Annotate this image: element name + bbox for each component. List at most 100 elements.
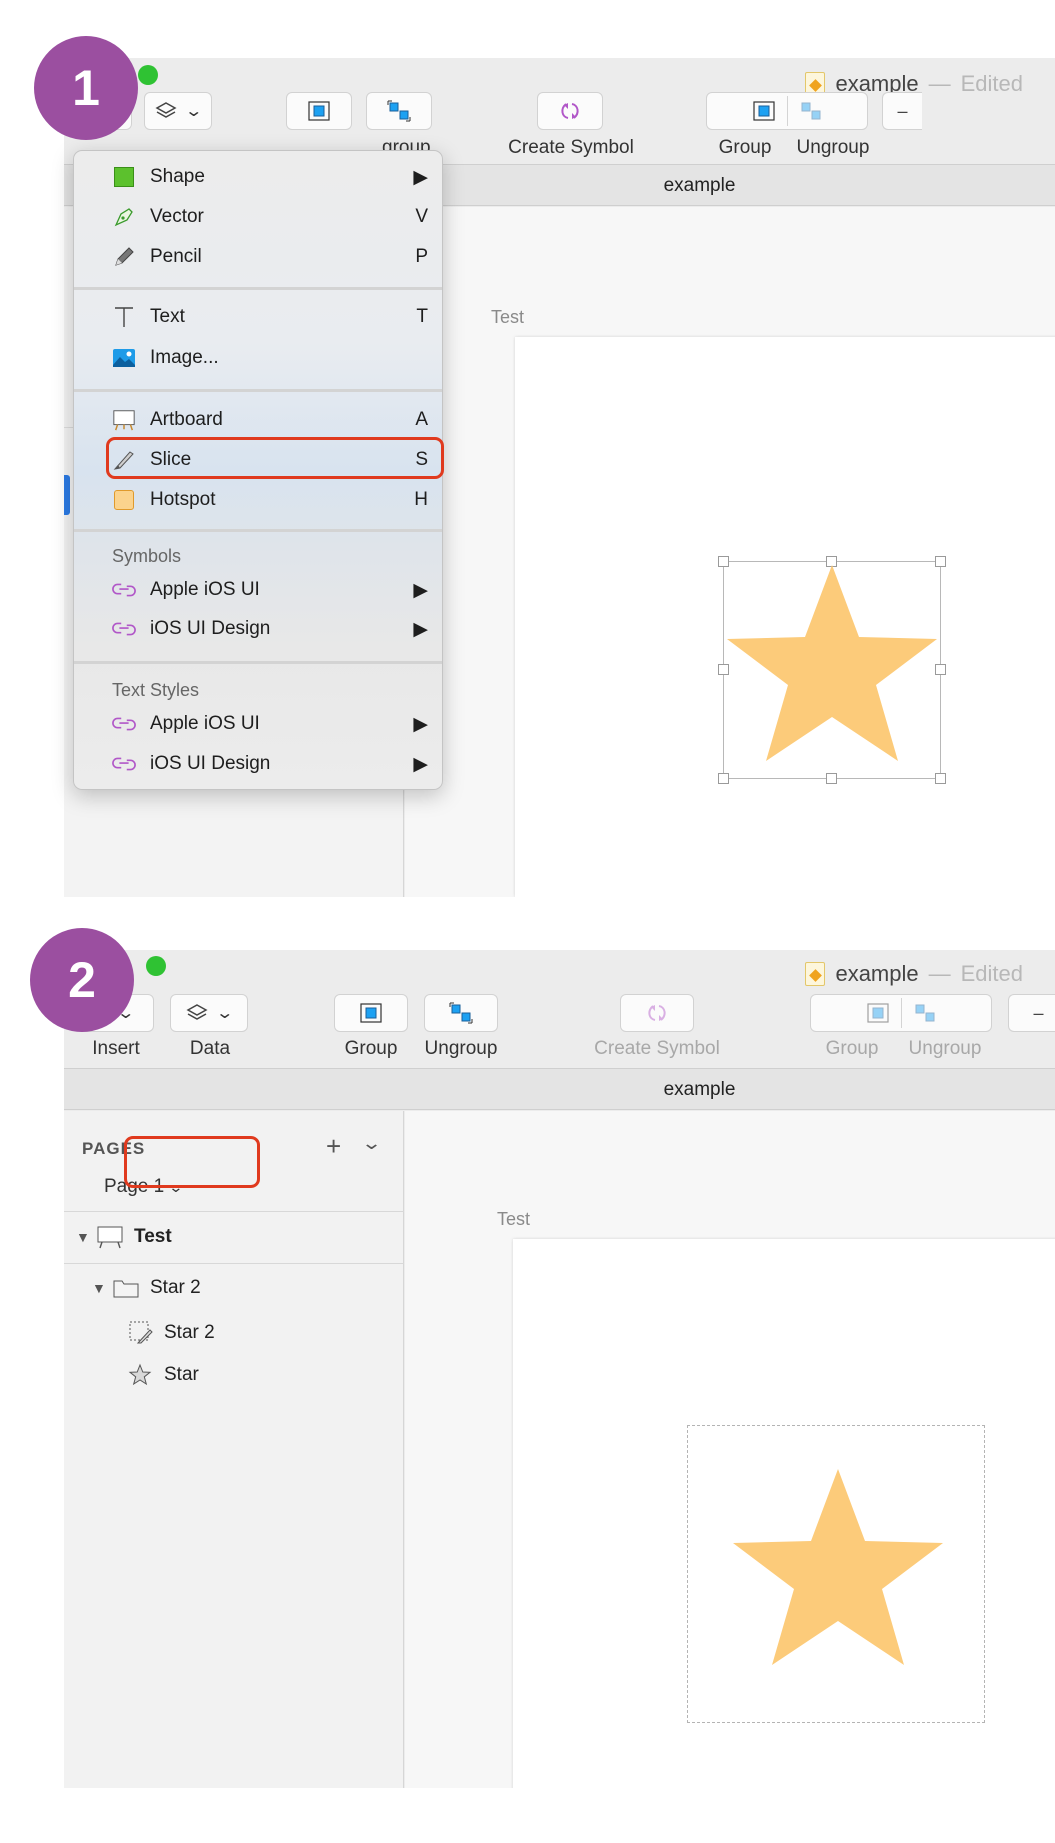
menu-item-hotspot[interactable]: Hotspot H	[74, 482, 442, 518]
group-button[interactable]	[286, 92, 352, 130]
group-ungroup-segment[interactable]	[706, 92, 868, 130]
layers-icon	[155, 102, 177, 118]
text-icon	[112, 305, 136, 329]
menu-separator	[74, 661, 442, 664]
more-toolbar-button[interactable]: –	[1008, 994, 1055, 1032]
pencil-icon	[112, 245, 136, 269]
data-button[interactable]: ⌄	[144, 92, 212, 130]
menu-item-shape[interactable]: Shape ▶	[74, 159, 442, 195]
chevron-down-icon: ⌄	[215, 1005, 235, 1022]
group-label: Group	[825, 1038, 879, 1059]
symbol-link-icon	[112, 578, 136, 602]
menu-item-symbol-apple-ios-ui[interactable]: Apple iOS UI ▶	[74, 572, 442, 608]
create-symbol-button[interactable]	[537, 92, 603, 130]
ungroup-icon[interactable]	[798, 99, 824, 123]
title-dash: —	[928, 71, 951, 96]
canvas-area[interactable]: Test	[405, 207, 1055, 897]
sketch-window-step-2: example — Edited + ⌄ ⌄ – Insert Data Gro…	[64, 950, 1055, 1788]
ungroup-icon	[449, 1002, 473, 1024]
ungroup-icon[interactable]	[912, 1001, 938, 1025]
ungroup-label: Ungroup	[424, 1038, 498, 1059]
group-label: Group	[344, 1038, 398, 1059]
artboard-icon	[112, 408, 136, 432]
symbol-link-icon	[112, 617, 136, 641]
create-symbol-label: Create Symbol	[594, 1038, 720, 1059]
menu-item-artboard[interactable]: Artboard A	[74, 402, 442, 438]
artboard-test[interactable]	[513, 1239, 1055, 1788]
insert-label: Insert	[92, 1038, 140, 1059]
ungroup-label: Ungroup	[908, 1038, 982, 1059]
group-icon	[308, 101, 330, 121]
slice-highlight-annotation	[106, 437, 444, 479]
menu-section-text-styles: Text Styles	[112, 680, 200, 700]
collapse-pages-icon[interactable]: ⌄	[361, 1133, 382, 1154]
artboard-label[interactable]: Test	[491, 307, 524, 328]
menu-separator	[74, 389, 442, 392]
create-symbol-icon	[561, 103, 579, 119]
group-icon[interactable]	[865, 1001, 891, 1025]
step-2-badge: 2	[30, 928, 134, 1032]
symbol-link-icon	[112, 712, 136, 736]
ungroup-button[interactable]	[424, 994, 498, 1032]
window-zoom-button[interactable]	[138, 65, 158, 85]
doc-name: example	[835, 961, 919, 986]
title-dash: —	[928, 961, 951, 986]
menu-item-text[interactable]: Text T	[74, 299, 442, 335]
layers-sidebar: PAGES + ⌄ Page 1 ⌄ ▼ Test ▼ Star 2 Star …	[64, 1111, 404, 1788]
menu-separator	[74, 529, 442, 532]
menu-section-symbols: Symbols	[112, 546, 182, 566]
layer-star[interactable]: Star	[128, 1363, 199, 1387]
document-title: example	[663, 1079, 736, 1100]
create-symbol-icon	[648, 1005, 666, 1021]
window-title: example — Edited	[805, 954, 1023, 994]
ungroup-icon	[387, 100, 411, 122]
menu-item-symbol-ios-ui-design[interactable]: iOS UI Design ▶	[74, 611, 442, 647]
artboard-test[interactable]	[515, 337, 1055, 897]
chevron-down-icon: ⌄	[184, 103, 204, 120]
symbol-link-icon	[112, 752, 136, 776]
layer-slice-star-2[interactable]: Star 2	[128, 1320, 215, 1346]
layers-icon	[186, 1004, 208, 1020]
star-outline-icon	[128, 1363, 152, 1386]
group-button[interactable]	[334, 994, 408, 1032]
group-ungroup-segment[interactable]	[810, 994, 992, 1032]
menu-separator	[74, 287, 442, 290]
sketch-doc-icon	[805, 962, 826, 986]
image-icon	[112, 346, 136, 370]
vector-pen-icon	[112, 205, 136, 229]
more-toolbar-button[interactable]: –	[882, 92, 922, 130]
star-shape[interactable]	[725, 563, 939, 777]
group-label: Group	[718, 137, 772, 158]
disclosure-triangle-icon[interactable]: ▼	[92, 1280, 112, 1296]
layer-group-star-2[interactable]: ▼ Star 2	[92, 1277, 201, 1299]
hotspot-icon	[112, 488, 136, 512]
artboard-icon	[97, 1226, 123, 1249]
menu-item-textstyle-ios-ui-design[interactable]: iOS UI Design ▶	[74, 746, 442, 782]
add-page-icon[interactable]: +	[326, 1131, 341, 1162]
canvas-area[interactable]: Test	[405, 1111, 1055, 1788]
document-header: example	[64, 1068, 1055, 1110]
shape-icon	[112, 165, 136, 189]
menu-item-textstyle-apple-ios-ui[interactable]: Apple iOS UI ▶	[74, 706, 442, 742]
group-icon	[360, 1003, 382, 1023]
doc-status: Edited	[960, 961, 1023, 986]
group-icon[interactable]	[751, 99, 777, 123]
window-zoom-button[interactable]	[146, 956, 166, 976]
folder-icon	[113, 1280, 139, 1298]
step-1-badge: 1	[34, 36, 138, 140]
slice-layer-highlight-annotation	[124, 1136, 260, 1188]
menu-item-pencil[interactable]: Pencil P	[74, 239, 442, 275]
create-symbol-button[interactable]	[620, 994, 694, 1032]
artboard-label[interactable]: Test	[497, 1209, 530, 1230]
ungroup-button[interactable]	[366, 92, 432, 130]
selection-indicator	[64, 475, 70, 515]
menu-item-vector[interactable]: Vector V	[74, 199, 442, 235]
disclosure-triangle-icon[interactable]: ▼	[76, 1229, 96, 1245]
data-label: Data	[189, 1038, 231, 1059]
layer-artboard-test[interactable]: ▼ Test	[76, 1225, 172, 1249]
ungroup-label: Ungroup	[796, 137, 870, 158]
star-shape[interactable]	[731, 1467, 945, 1681]
menu-item-image[interactable]: Image...	[74, 340, 442, 376]
data-button[interactable]: ⌄	[170, 994, 248, 1032]
slice-layer-icon	[129, 1321, 153, 1344]
